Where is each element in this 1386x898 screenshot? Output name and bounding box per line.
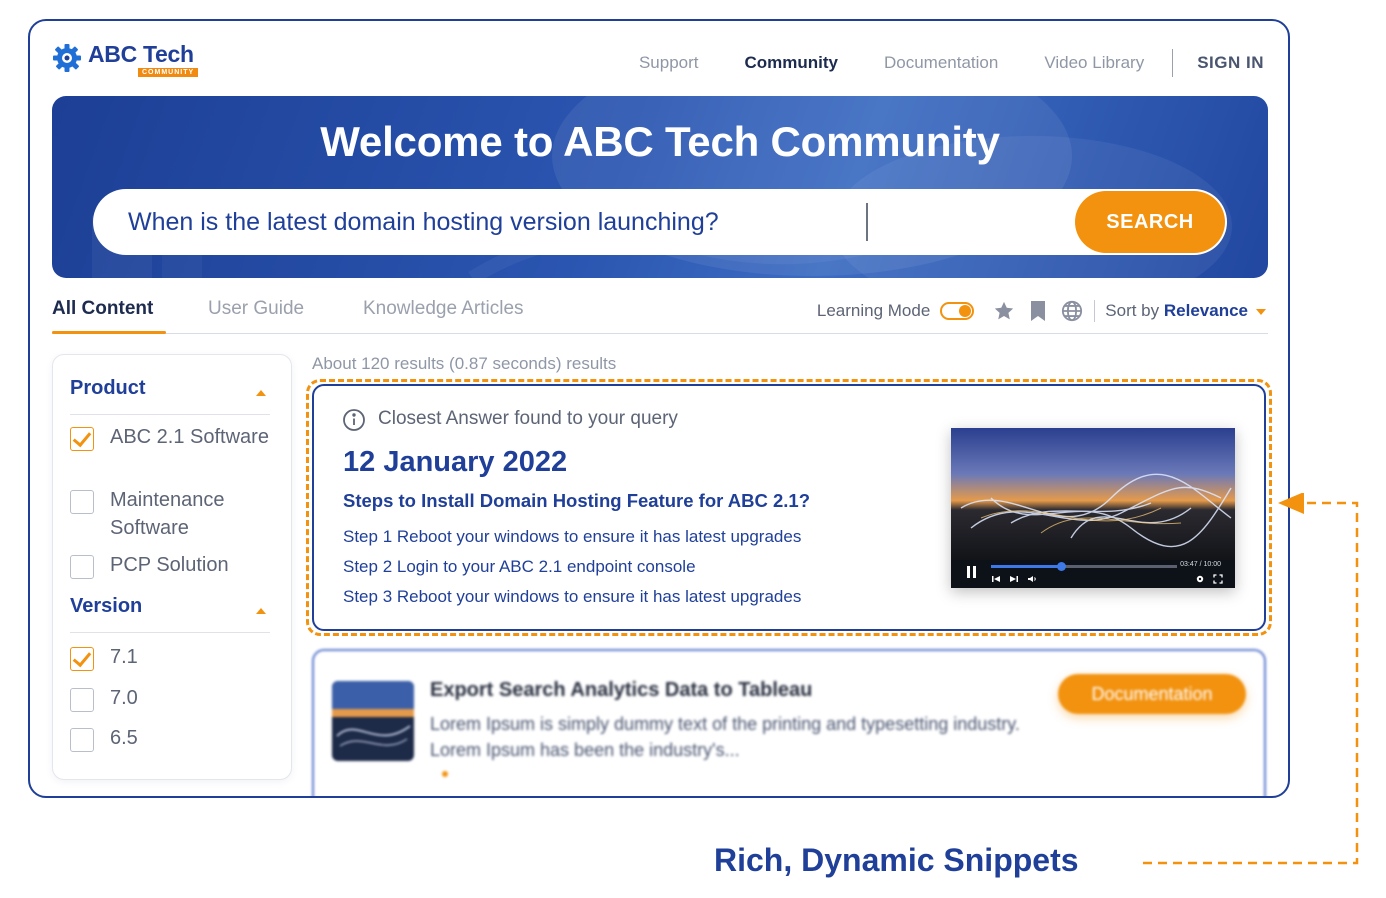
nav-divider [1172,49,1174,77]
hero-banner: Welcome to ABC Tech Community SEARCH [52,96,1268,278]
learning-mode-label: Learning Mode [816,301,931,320]
tab-user-guide[interactable]: User Guide [208,298,304,320]
app-window: ABC Tech COMMUNITY Support Community Doc… [28,19,1290,798]
closest-answer-card[interactable]: Closest Answer found to your query 12 Ja… [312,384,1266,631]
answer-question-link[interactable]: Steps to Install Domain Hosting Feature … [343,490,810,512]
filter-label: 7.0 [110,687,138,709]
annotation-label: Rich, Dynamic Snippets [714,842,1079,878]
chevron-up-icon[interactable] [256,390,266,396]
checkbox-71[interactable] [70,647,94,671]
result-title[interactable]: Export Search Analytics Data to Tableau [430,679,812,702]
skip-forward-icon[interactable] [1009,574,1019,584]
answer-date: 12 January 2022 [343,446,568,478]
facet-product-title: Product [70,377,146,399]
top-navigation: Support Community Documentation Video Li… [593,49,1264,77]
result-snippet: Lorem Ipsum is simply dummy text of the … [430,714,1020,760]
pause-icon[interactable] [965,565,979,579]
brand-logo[interactable]: ABC Tech COMMUNITY [52,41,212,81]
results-count: About 120 results (0.87 seconds) results [312,354,617,373]
tab-knowledge-articles[interactable]: Knowledge Articles [363,298,524,320]
filter-label: PCP Solution [110,554,229,576]
video-seek-handle[interactable] [1057,562,1067,571]
sign-in-link[interactable]: SIGN IN [1197,53,1264,73]
sort-control[interactable]: Sort by Relevance [1105,301,1248,321]
filter-label: Maintenance Software [110,489,225,539]
filter-label: 7.1 [110,646,138,668]
answer-step: Step 2 Login to your ABC 2.1 endpoint co… [343,557,696,576]
tab-all-content[interactable]: All Content [52,298,153,320]
nav-documentation[interactable]: Documentation [884,53,998,73]
filter-label: ABC 2.1 Software [110,426,269,448]
checkbox-maintenance[interactable] [70,490,94,514]
chevron-up-icon[interactable] [256,608,266,614]
checkbox-pcp[interactable] [70,555,94,579]
chevron-down-icon[interactable] [1256,309,1266,315]
nav-community[interactable]: Community [745,53,839,73]
facet-version-title: Version [70,595,143,617]
results-toolbar: Learning Mode Sort by Relevance [817,298,1266,324]
gear-logo-icon [53,44,81,72]
search-button[interactable]: SEARCH [1075,191,1225,253]
globe-icon[interactable] [1060,299,1084,323]
checkbox-65[interactable] [70,728,94,752]
video-progress [991,565,1062,568]
search-input[interactable] [128,206,948,238]
result-marker [442,771,448,777]
active-tab-indicator [52,331,166,334]
facet-version-header[interactable]: Version [70,595,270,633]
answer-kicker: Closest Answer found to your query [378,408,678,429]
brand-name: ABC Tech [88,41,194,67]
brand-tagline: COMMUNITY [138,68,199,77]
learning-mode-toggle[interactable] [940,302,975,320]
sort-prefix: Sort by [1105,301,1160,320]
bookmark-icon[interactable] [1026,299,1050,323]
hero-title: Welcome to ABC Tech Community [320,118,1000,165]
facet-product-header[interactable]: Product [70,377,270,415]
search-bar: SEARCH [93,189,1227,255]
search-result-card[interactable]: Export Search Analytics Data to Tableau … [312,649,1266,796]
skip-back-icon[interactable] [991,574,1001,584]
star-icon[interactable] [992,299,1016,323]
info-icon [343,409,365,431]
callout-connector [1140,493,1359,865]
nav-video-library[interactable]: Video Library [1044,53,1144,73]
arrow-left-icon [1278,493,1304,514]
checkbox-70[interactable] [70,688,94,712]
text-cursor [866,203,868,241]
answer-step: Step 1 Reboot your windows to ensure it … [343,527,802,546]
nav-support[interactable]: Support [639,53,699,73]
checkbox-abc-21[interactable] [70,427,94,451]
filter-sidebar: Product ABC 2.1 Software Maintenance Sof… [52,354,292,780]
result-thumbnail [332,681,414,761]
toolbar-divider [1094,300,1096,322]
sort-value: Relevance [1163,301,1248,320]
filter-label: 6.5 [110,727,138,749]
answer-step: Step 3 Reboot your windows to ensure it … [343,587,802,606]
volume-icon[interactable] [1027,574,1037,584]
